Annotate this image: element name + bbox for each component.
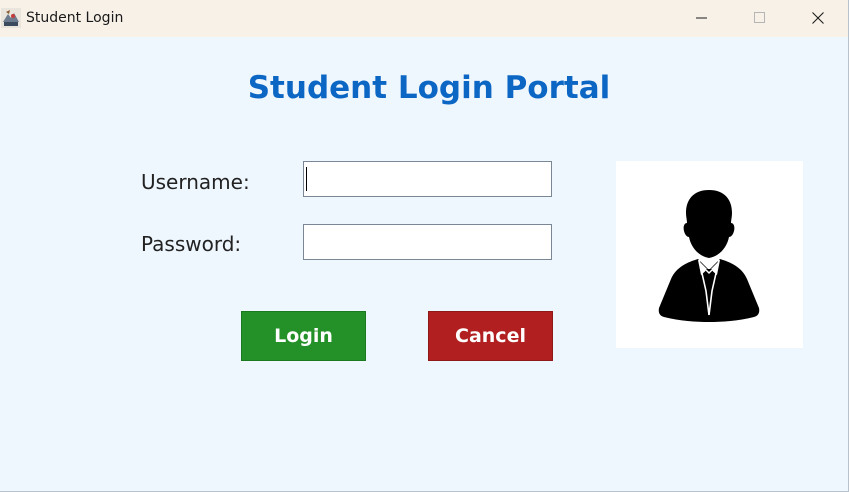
text-caret [306, 167, 307, 191]
maximize-button[interactable] [731, 0, 789, 37]
cancel-button[interactable]: Cancel [428, 311, 553, 361]
close-button[interactable] [789, 0, 847, 37]
password-label: Password: [141, 232, 242, 256]
user-avatar-icon [616, 190, 803, 352]
maximize-icon [754, 9, 766, 28]
username-label: Username: [141, 170, 250, 194]
window-title: Student Login [26, 10, 124, 26]
minimize-button[interactable] [673, 0, 731, 37]
avatar-image [616, 161, 803, 348]
username-field[interactable] [303, 161, 552, 197]
close-icon [812, 9, 824, 28]
java-app-icon [1, 8, 21, 28]
portal-title: Student Login Portal [247, 70, 611, 106]
login-window: Student Login Student Login Portal Usern… [0, 0, 849, 492]
content-panel: Student Login Portal Username: Password:… [0, 37, 848, 491]
title-bar[interactable]: Student Login [0, 0, 848, 37]
password-field[interactable] [303, 224, 552, 260]
minimize-icon [696, 9, 708, 28]
login-button[interactable]: Login [241, 311, 366, 361]
